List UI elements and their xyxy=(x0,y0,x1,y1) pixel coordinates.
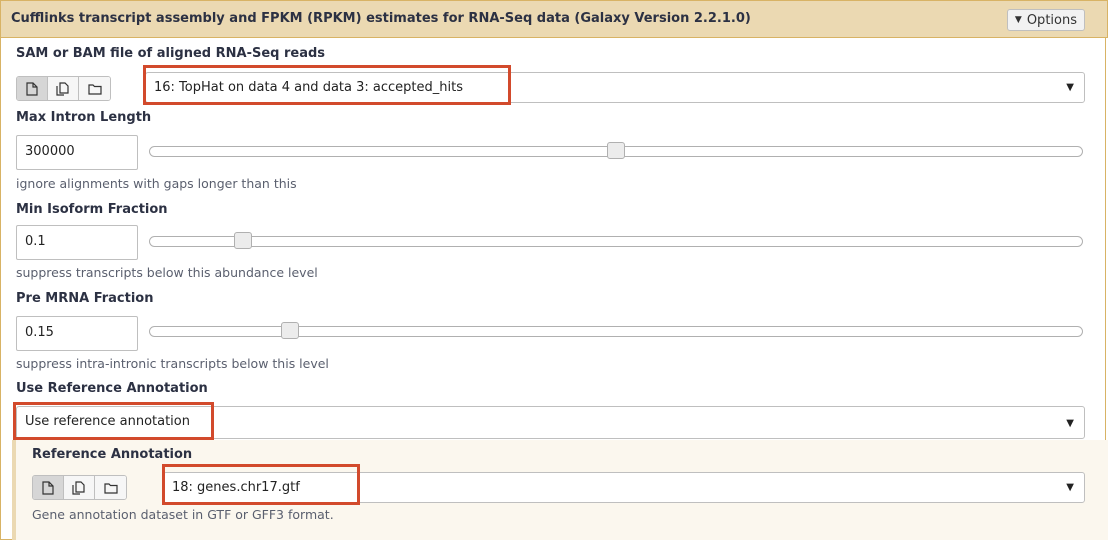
collection-button[interactable] xyxy=(79,77,110,100)
slider-handle[interactable] xyxy=(280,322,299,339)
reference-source-toggle xyxy=(32,475,127,500)
caret-down-icon: ▼ xyxy=(1014,14,1022,25)
max-intron-input[interactable]: 300000 xyxy=(16,135,138,170)
bam-input-label: SAM or BAM file of aligned RNA-Seq reads xyxy=(16,46,326,61)
collection-button[interactable] xyxy=(95,476,126,499)
files-icon xyxy=(72,480,85,495)
file-icon xyxy=(26,81,38,96)
multiple-datasets-button[interactable] xyxy=(64,476,95,499)
pre-mrna-help: suppress intra-intronic transcripts belo… xyxy=(16,356,329,371)
single-dataset-button[interactable] xyxy=(17,77,48,100)
files-icon xyxy=(56,81,69,96)
reference-annotation-help: Gene annotation dataset in GTF or GFF3 f… xyxy=(32,507,334,522)
reference-selected-value: 18: genes.chr17.gtf xyxy=(172,480,300,495)
pre-mrna-label: Pre MRNA Fraction xyxy=(16,291,154,306)
pre-mrna-slider[interactable] xyxy=(149,322,1083,339)
bam-source-toggle xyxy=(16,76,111,101)
single-dataset-button[interactable] xyxy=(33,476,64,499)
min-isoform-slider[interactable] xyxy=(149,232,1083,249)
max-intron-slider[interactable] xyxy=(149,142,1083,159)
slider-handle[interactable] xyxy=(234,232,253,249)
multiple-datasets-button[interactable] xyxy=(48,77,79,100)
min-isoform-help: suppress transcripts below this abundanc… xyxy=(16,265,318,280)
dropdown-arrow-icon: ▼ xyxy=(1066,82,1074,93)
use-reference-selected-value: Use reference annotation xyxy=(25,414,190,429)
folder-icon xyxy=(103,482,118,494)
tool-header: Cufflinks transcript assembly and FPKM (… xyxy=(0,0,1108,38)
max-intron-label: Max Intron Length xyxy=(16,110,152,125)
dropdown-arrow-icon: ▼ xyxy=(1066,418,1074,429)
reference-dataset-select[interactable]: 18: genes.chr17.gtf ▼ xyxy=(163,472,1085,503)
min-isoform-input[interactable]: 0.1 xyxy=(16,225,138,260)
max-intron-help: ignore alignments with gaps longer than … xyxy=(16,176,297,191)
folder-icon xyxy=(87,83,102,95)
bam-selected-value: 16: TopHat on data 4 and data 3: accepte… xyxy=(154,80,463,95)
use-reference-select[interactable]: Use reference annotation ▼ xyxy=(16,406,1085,439)
slider-handle[interactable] xyxy=(607,142,625,159)
tool-title: Cufflinks transcript assembly and FPKM (… xyxy=(11,11,751,26)
reference-annotation-label: Reference Annotation xyxy=(32,447,193,462)
options-label: Options xyxy=(1026,12,1077,28)
pre-mrna-input[interactable]: 0.15 xyxy=(16,316,138,351)
bam-dataset-select[interactable]: 16: TopHat on data 4 and data 3: accepte… xyxy=(145,72,1085,103)
dropdown-arrow-icon: ▼ xyxy=(1066,482,1074,493)
use-reference-label: Use Reference Annotation xyxy=(16,381,208,396)
options-button[interactable]: ▼ Options xyxy=(1006,9,1085,31)
file-icon xyxy=(42,480,54,495)
min-isoform-label: Min Isoform Fraction xyxy=(16,202,168,217)
